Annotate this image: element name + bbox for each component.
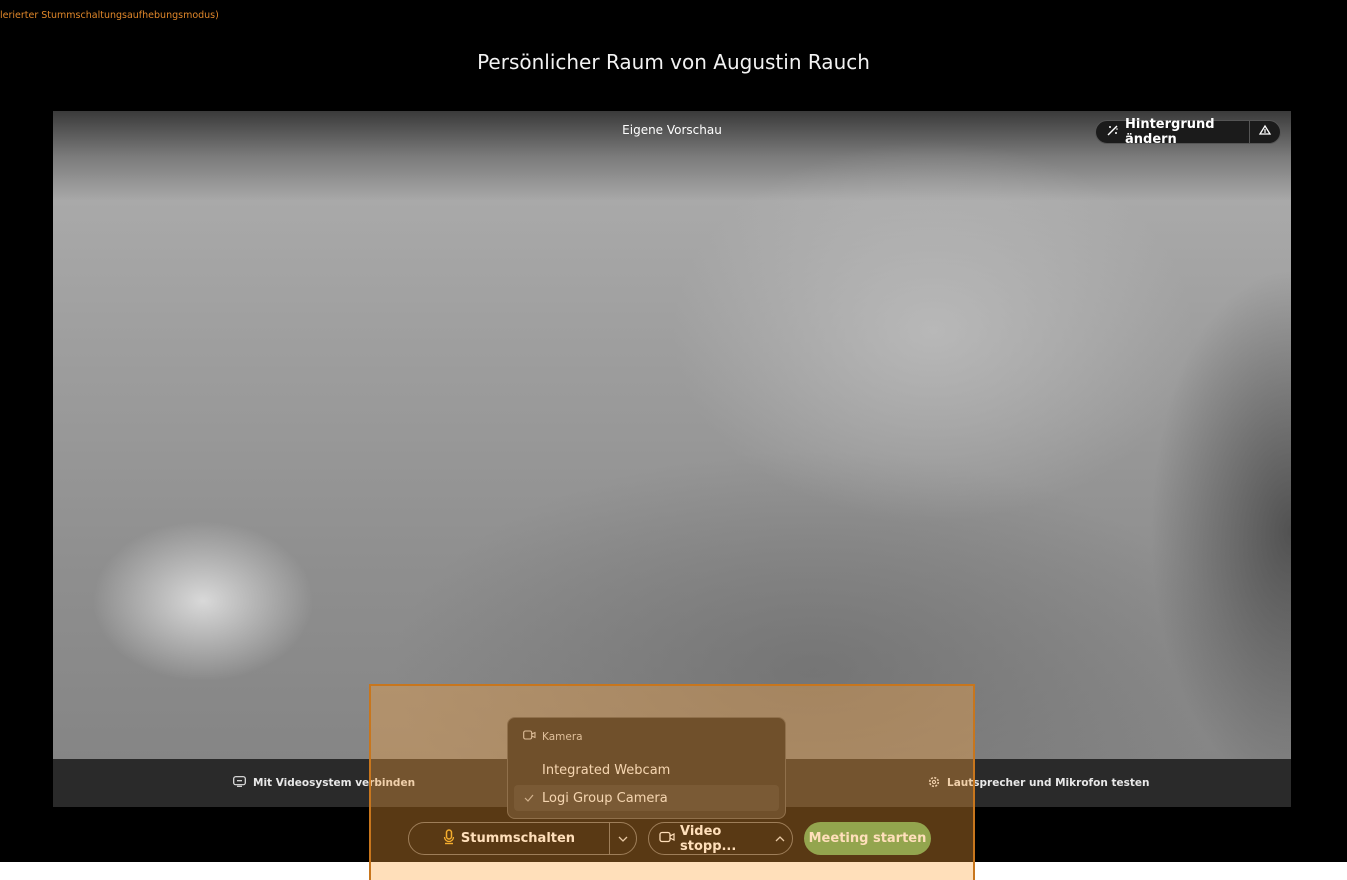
connect-video-system-button[interactable]: Mit Videosystem verbinden — [233, 759, 415, 807]
change-background-control: Hintergrund ändern — [1095, 117, 1281, 147]
video-control: Video stopp... — [648, 822, 793, 855]
cast-screen-icon — [233, 776, 246, 790]
camera-option-label: Integrated Webcam — [542, 762, 671, 778]
page-title: Persönlicher Raum von Augustin Rauch — [477, 50, 870, 74]
camera-icon — [659, 831, 675, 847]
mode-status-label: lerierter Stummschaltungsaufhebungsmodus… — [0, 10, 219, 21]
person-upload-icon — [1258, 123, 1272, 142]
video-options-dropdown[interactable] — [767, 823, 792, 854]
meeting-preview-window: lerierter Stummschaltungsaufhebungsmodus… — [0, 0, 1347, 862]
camera-option-integrated-webcam[interactable]: Integrated Webcam — [514, 757, 779, 783]
camera-menu-title-label: Kamera — [542, 730, 583, 743]
self-video-preview: Eigene Vorschau Hintergrund ändern — [53, 111, 1291, 760]
camera-option-label: Logi Group Camera — [542, 790, 668, 806]
background-extra-button[interactable] — [1250, 121, 1280, 143]
chevron-up-icon — [775, 831, 785, 846]
camera-icon — [523, 730, 536, 743]
chevron-down-icon — [618, 831, 628, 846]
camera-menu: Kamera Integrated Webcam Logi Group Came… — [507, 717, 786, 819]
magic-wand-icon — [1106, 123, 1120, 142]
stop-video-label: Video stopp... — [680, 823, 737, 854]
check-icon — [524, 791, 534, 806]
test-audio-button[interactable]: Lautsprecher und Mikrofon testen — [928, 759, 1149, 807]
audio-options-dropdown[interactable] — [609, 823, 636, 854]
mute-label: Stummschalten — [460, 831, 576, 846]
camera-menu-title: Kamera — [523, 730, 583, 743]
stop-video-button[interactable]: Video stopp... — [649, 823, 767, 854]
change-background-label: Hintergrund ändern — [1125, 117, 1215, 147]
test-audio-label: Lautsprecher und Mikrofon testen — [947, 777, 1150, 789]
camera-option-logi-group-camera[interactable]: Logi Group Camera — [514, 785, 779, 811]
gear-icon — [928, 776, 940, 791]
change-background-button[interactable]: Hintergrund ändern — [1096, 117, 1250, 147]
mute-control: Stummschalten — [408, 822, 637, 855]
connect-video-system-label: Mit Videosystem verbinden — [253, 777, 416, 789]
start-meeting-button[interactable]: Meeting starten — [804, 822, 931, 855]
meeting-controls: Stummschalten Video stopp... Meeting sta… — [0, 822, 1347, 856]
mute-button[interactable]: Stummschalten — [409, 823, 609, 854]
microphone-icon — [443, 828, 455, 849]
